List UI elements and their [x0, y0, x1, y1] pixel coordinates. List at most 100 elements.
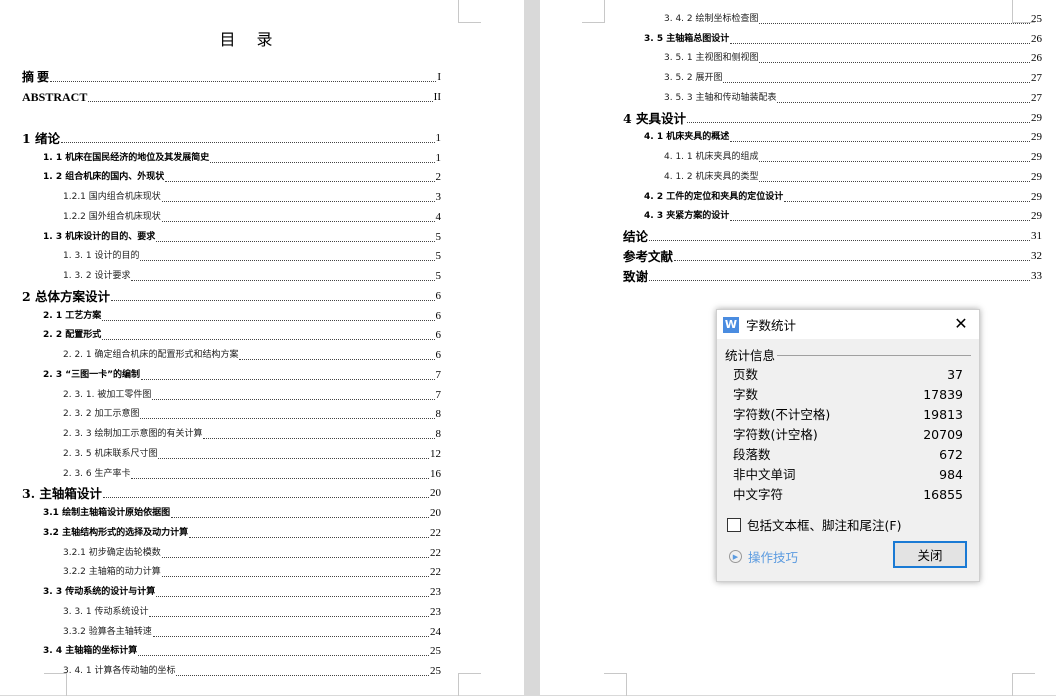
toc-leader-dots — [138, 655, 429, 657]
stat-value: 16855 — [923, 487, 963, 502]
toc-entry-page: 6 — [435, 289, 442, 302]
toc-entry[interactable]: 3.1 绘制主轴箱设计原始依据图 20 — [22, 503, 441, 523]
toc-leader-dots — [102, 319, 435, 321]
toc-entry[interactable]: 3. 5. 2 展开图 27 — [623, 68, 1042, 88]
word-count-dialog: W 字数统计 ✕ 统计信息 页数 37 字数 17839 字符数(不计空格) 19813 字… — [716, 309, 980, 582]
toc-entry[interactable]: 2. 2. 1 确定组合机床的配置形式和结构方案 6 — [22, 345, 441, 365]
include-textbox-footnotes-checkbox[interactable]: 包括文本框、脚注和尾注(F) — [727, 515, 901, 534]
toc-entry[interactable]: 2 总体方案设计 6 — [22, 286, 441, 306]
toc-left-page: 1 绪论 1 1. 1 机床在国民经济的地位及其发展简史 1 1. 2 组合机床的国内、… — [22, 128, 441, 681]
toc-entry[interactable]: 1.2.2 国外组合机床现状 4 — [22, 207, 441, 227]
close-button[interactable]: 关闭 — [893, 541, 967, 568]
toc-entry-page: 22 — [430, 566, 441, 579]
toc-entry[interactable]: 2. 3. 6 生产率卡 16 — [22, 464, 441, 484]
toc-entry-label: 4. 1 机床夹具的概述 — [644, 132, 730, 143]
toc-entry[interactable]: 结论 31 — [623, 226, 1042, 246]
toc-entry[interactable]: 1. 3. 2 设计要求 5 — [22, 266, 441, 286]
toc-entry-label: 结论 — [623, 229, 649, 244]
close-icon[interactable]: ✕ — [951, 314, 971, 334]
toc-entry-page: 1 — [435, 151, 442, 164]
toc-entry[interactable]: 致谢 33 — [623, 266, 1042, 286]
toc-entry[interactable]: 1 绪论 1 — [22, 128, 441, 148]
checkbox-box[interactable] — [727, 517, 741, 532]
toc-entry[interactable]: 3. 4. 1 计算各传动轴的坐标 25 — [22, 661, 441, 681]
toc-entry[interactable]: 3. 5 主轴箱总图设计 26 — [623, 29, 1042, 49]
toc-entry-label: 4. 1. 1 机床夹具的组成 — [664, 152, 759, 162]
dialog-titlebar[interactable]: W 字数统计 ✕ — [717, 310, 979, 339]
toc-entry[interactable]: 3. 4 主轴箱的坐标计算 25 — [22, 642, 441, 662]
toc-entry[interactable]: 摘 要I — [22, 67, 441, 87]
page-corner-mark — [582, 0, 605, 23]
toc-entry[interactable]: 2. 3 “三图一卡”的编制 7 — [22, 365, 441, 385]
toc-entry-label: 3.2 主轴结构形式的选择及动力计算 — [43, 527, 189, 538]
toc-leader-dots — [102, 497, 429, 499]
toc-right-page: 3. 4. 2 绘制坐标检查图 25 3. 5 主轴箱总图设计 26 3. 5. 1 主… — [623, 9, 1042, 286]
toc-entry[interactable]: 2. 3. 1. 被加工零件图 7 — [22, 385, 441, 405]
toc-entry-label: 3. 4. 2 绘制坐标检查图 — [664, 13, 759, 24]
toc-entry[interactable]: 参考文献 32 — [623, 246, 1042, 266]
toc-entry[interactable]: 3.3.2 验算各主轴转速 24 — [22, 622, 441, 642]
toc-entry[interactable]: 4. 3 夹紧方案的设计 29 — [623, 207, 1042, 227]
toc-entry-page: 25 — [430, 665, 441, 677]
toc-entry[interactable]: 4. 1. 1 机床夹具的组成 29 — [623, 147, 1042, 167]
toc-entry-page: 7 — [435, 368, 442, 381]
toc-entry-label: ABSTRACT — [22, 89, 88, 104]
stat-label: 字符数(计空格) — [733, 427, 818, 442]
toc-entry[interactable]: 1. 3 机床设计的目的、要求 5 — [22, 227, 441, 247]
toc-entry[interactable]: 3. 主轴箱设计 20 — [22, 484, 441, 504]
toc-entry[interactable]: 4. 1 机床夹具的概述 29 — [623, 128, 1042, 148]
toc-entry-label: 2. 3 “三图一卡”的编制 — [43, 369, 141, 380]
tips-label: 操作技巧 — [748, 550, 799, 565]
toc-entry[interactable]: 3. 3 传动系统的设计与计算 23 — [22, 582, 441, 602]
toc-entry[interactable]: 3. 5. 1 主视图和侧视图 26 — [623, 49, 1042, 69]
toc-entry-label: 3.1 绘制主轴箱设计原始依据图 — [43, 508, 171, 518]
toc-entry[interactable]: 4. 1. 2 机床夹具的类型 29 — [623, 167, 1042, 187]
toc-entry-label: 致谢 — [623, 268, 649, 284]
toc-entry[interactable]: 4 夹具设计 29 — [623, 108, 1042, 128]
toc-leader-dots — [239, 359, 435, 360]
toc-entry[interactable]: 1. 1 机床在国民经济的地位及其发展简史 1 — [22, 148, 441, 168]
toc-entry-page: 5 — [435, 230, 442, 243]
toc-entry[interactable]: 2. 3. 5 机床联系尺寸图 12 — [22, 444, 441, 464]
toc-leader-dots — [723, 82, 1030, 83]
toc-entry[interactable]: 2. 2 配置形式 6 — [22, 326, 441, 346]
tips-link[interactable]: ▶ 操作技巧 — [729, 547, 798, 566]
toc-entry-label: 3. 主轴箱设计 — [22, 486, 102, 502]
toc-entry[interactable]: 3.2 主轴结构形式的选择及动力计算 22 — [22, 523, 441, 543]
toc-entry[interactable]: 1.2.1 国内组合机床现状 3 — [22, 187, 441, 207]
toc-entry-label: 摘 要 — [22, 69, 50, 84]
toc-entry-page: 23 — [430, 586, 441, 598]
toc-entry-label: 3. 5. 3 主轴和传动轴装配表 — [664, 92, 777, 103]
toc-entry-page: I — [437, 70, 441, 83]
toc-entry-page: 29 — [1031, 131, 1042, 144]
toc-entry[interactable]: 2. 1 工艺方案 6 — [22, 306, 441, 326]
stat-row: 段落数 672 — [733, 445, 963, 465]
toc-entry[interactable]: 4. 2 工件的定位和夹具的定位设计 29 — [623, 187, 1042, 207]
toc-entry[interactable]: 1. 3. 1 设计的目的 5 — [22, 247, 441, 267]
stats-list: 页数 37 字数 17839 字符数(不计空格) 19813 字符数(计空格) 20709 段落… — [733, 365, 963, 505]
toc-entry-label: 2. 1 工艺方案 — [43, 310, 102, 321]
toc-entry-label: 3. 5. 2 展开图 — [664, 73, 723, 83]
toc-entry[interactable]: 3.2.1 初步确定齿轮模数 22 — [22, 543, 441, 563]
toc-entry[interactable]: 1. 2 组合机床的国内、外现状 2 — [22, 168, 441, 188]
toc-leader-dots — [141, 378, 435, 380]
toc-entry-label: 2 总体方案设计 — [22, 288, 111, 304]
toc-entry[interactable]: 3. 5. 3 主轴和传动轴装配表 27 — [623, 88, 1042, 108]
toc-entry-label: 1.2.2 国外组合机床现状 — [63, 211, 161, 222]
toc-leader-dots — [203, 438, 435, 439]
toc-leader-dots — [140, 418, 435, 420]
stat-row: 中文字符 16855 — [733, 485, 963, 505]
toc-entry[interactable]: ABSTRACT II — [22, 87, 441, 107]
toc-entry[interactable]: 2. 3. 3 绘制加工示意图的有关计算 8 — [22, 424, 441, 444]
toc-entry[interactable]: 2. 3. 2 加工示意图 8 — [22, 405, 441, 425]
stat-value: 17839 — [923, 387, 963, 402]
toc-entry[interactable]: 3.2.2 主轴箱的动力计算 22 — [22, 563, 441, 583]
toc-entry[interactable]: 3. 3. 1 传动系统设计 23 — [22, 602, 441, 622]
toc-entry-page: 6 — [435, 349, 442, 361]
toc-entry[interactable]: 3. 4. 2 绘制坐标检查图 25 — [623, 9, 1042, 29]
toc-entry-page: 27 — [1031, 91, 1042, 104]
toc-entry-page: 29 — [1031, 151, 1042, 163]
stat-value: 37 — [947, 367, 963, 382]
toc-entry-label: 1. 3. 2 设计要求 — [63, 271, 131, 281]
toc-leader-dots — [149, 615, 429, 617]
